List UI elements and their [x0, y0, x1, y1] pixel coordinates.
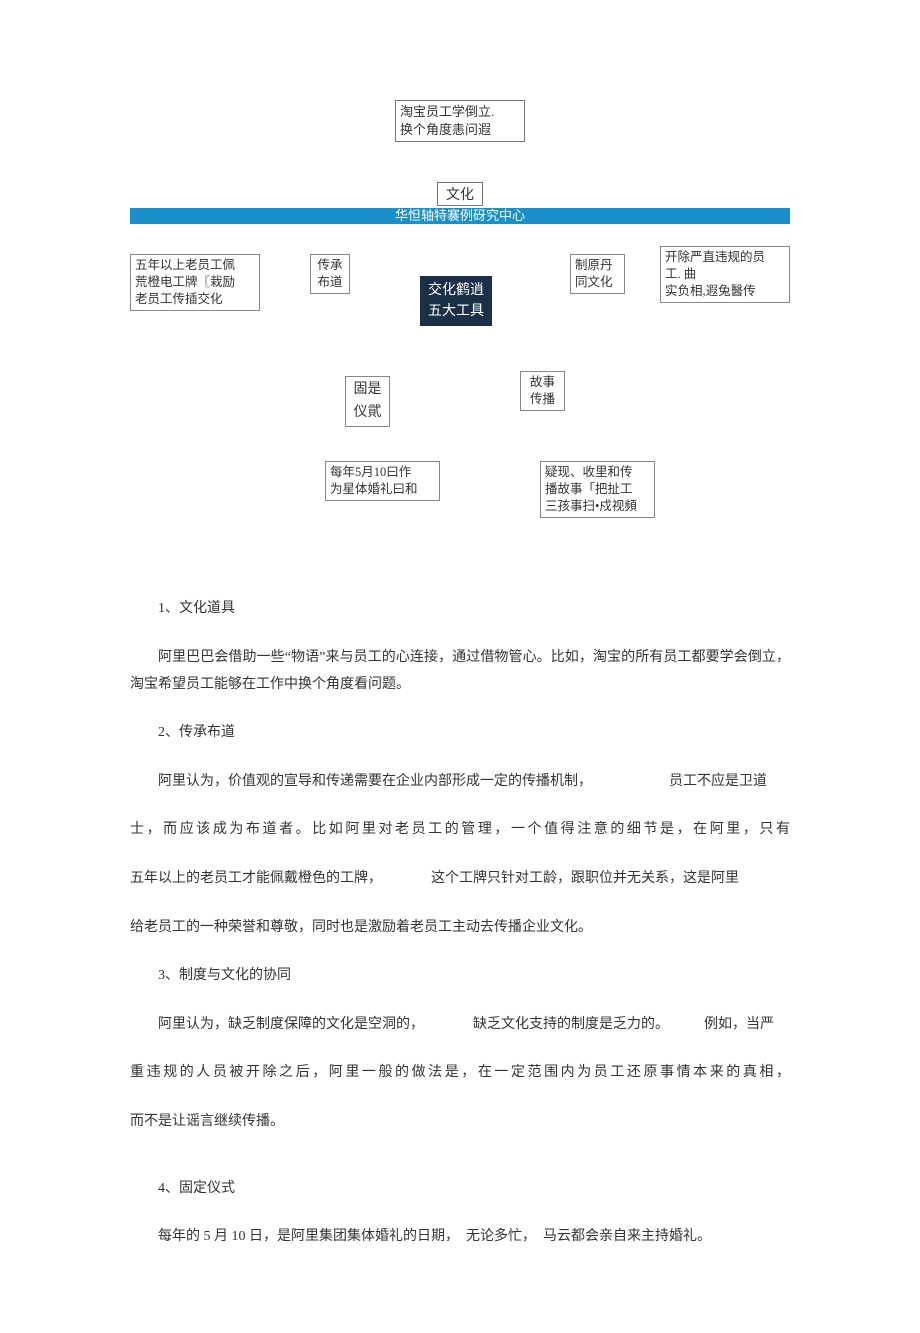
paragraph-2b: 士，而应该成为布道者。比如阿里对老员工的管理，一个值得注意的细节是，在阿里，只有 [130, 817, 790, 844]
heading-2: 2、传承布道 [130, 720, 790, 747]
paragraph-2d: 给老员工的一种荣誉和尊敬，同时也是激励着老员工主动去传播企业文化。 [130, 915, 790, 942]
top-callout-box: 淘宝员工学倒立. 换个角度恚问遐 [395, 100, 525, 142]
paragraph-2c: 五年以上的老员工才能佩戴橙色的工牌， 这个工牌只针对工龄，跟职位并无关系，这是阿… [130, 866, 790, 893]
paragraph-2a: 阿里认为，价值观的宣导和传递需要在企业内部形成一定的传播机制， 员工不应是卫道 [130, 769, 790, 796]
document-page: 淘宝员工学倒立. 换个角度恚问遐 文化 华怛轴特褰例砑究中心 五年以上老员工佩 … [0, 0, 920, 1333]
paragraph-3a: 阿里认为，缺乏制度保障的文化是空洞的， 缺乏文化支持的制度是乏力的。 例如，当严 [130, 1012, 790, 1039]
diagram-box-bottom-left: 每年5月10曰作 为星体婚礼曰和 [325, 461, 440, 501]
five-tools-diagram: 五年以上老员工佩 荒橙电工牌〖栽励 老员工传插交化 传承 布道 交化鹤逍 五大工… [130, 246, 790, 576]
paragraph-3b: 重违规的人员被开除之后，阿里一般的做法是，在一定范围内为员工还原事情本来的真相， [130, 1060, 790, 1087]
diagram-box-right-top: 开除严直违规的员 工. 曲 实负相,遐兔醫传 [660, 246, 790, 303]
diagram-box-midright-bottom: 故事 传播 [520, 371, 565, 411]
heading-4: 4、固定仪式 [130, 1176, 790, 1203]
diagram-box-midleft-top: 传承 布道 [310, 254, 350, 294]
body-text-section: 1、文化道具 阿里巴巴会借助一些“物语”来与员工的心连接，通过借物管心。比如，淘… [130, 596, 790, 1250]
paragraph-3c: 而不是让谣言继续传播。 [130, 1109, 790, 1136]
heading-3: 3、制度与文化的协同 [130, 963, 790, 990]
diagram-box-bottom-right: 疑现、收里和传 播故事「把扯工 三孩事扫•戍视頻 [540, 461, 655, 518]
diagram-center-box: 交化鹤逍 五大工具 [420, 276, 492, 326]
blue-header-bar: 华怛轴特褰例砑究中心 [130, 208, 790, 224]
diagram-box-left-top: 五年以上老员工佩 荒橙电工牌〖栽励 老员工传插交化 [130, 254, 260, 311]
culture-label-box: 文化 [437, 182, 483, 206]
diagram-box-midleft-bottom: 固是 仪貮 [345, 376, 390, 427]
heading-1: 1、文化道具 [130, 596, 790, 623]
paragraph-1: 阿里巴巴会借助一些“物语”来与员工的心连接，通过借物管心。比如，淘宝的所有员工都… [130, 645, 790, 698]
diagram-box-midright-top: 制原丹 同文化 [570, 254, 625, 294]
paragraph-4: 每年的 5 月 10 日，是阿里集团集体婚礼的日期， 无论多忙， 马云都会亲自来… [130, 1224, 790, 1251]
